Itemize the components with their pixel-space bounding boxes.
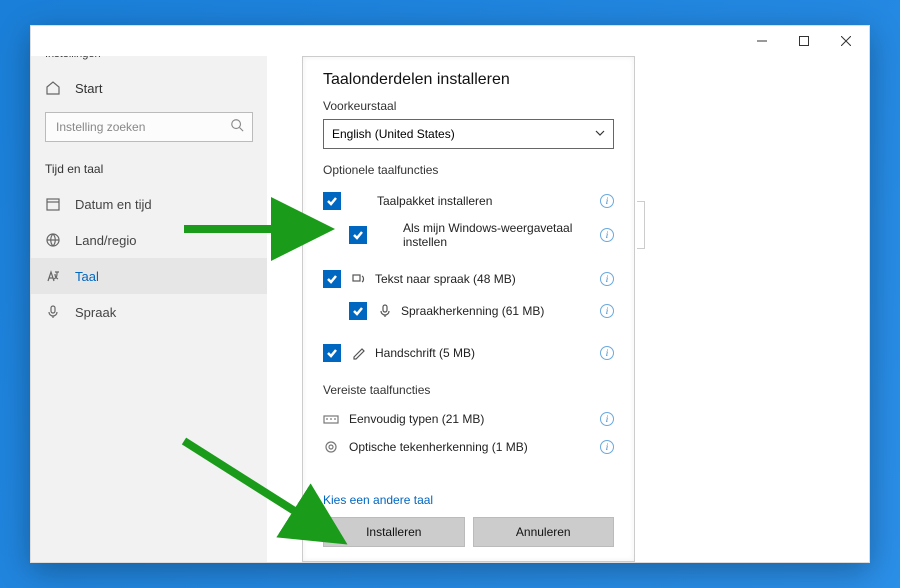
spacer-icon	[351, 193, 367, 209]
ocr-icon	[323, 439, 339, 455]
option-install-pack: Taalpakket installeren i	[323, 189, 614, 213]
nav-speech[interactable]: Spraak	[31, 294, 267, 330]
chevron-down-icon	[595, 127, 605, 141]
handwriting-icon	[351, 345, 367, 361]
info-icon[interactable]: i	[600, 228, 614, 242]
option-label: Spraakherkenning (61 MB)	[401, 304, 600, 318]
info-icon[interactable]: i	[600, 194, 614, 208]
info-icon[interactable]: i	[600, 304, 614, 318]
info-icon[interactable]: i	[600, 440, 614, 454]
nav-region[interactable]: Land/regio	[31, 222, 267, 258]
preferred-language-label: Voorkeurstaal	[323, 99, 614, 113]
checkbox-handwriting[interactable]	[323, 344, 341, 362]
search-box[interactable]	[45, 112, 253, 142]
option-label: Als mijn Windows-weergavetaal instellen	[403, 221, 600, 249]
option-handwriting: Handschrift (5 MB) i	[323, 341, 614, 365]
info-icon[interactable]: i	[600, 272, 614, 286]
nav-date-time[interactable]: Datum en tijd	[31, 186, 267, 222]
maximize-button[interactable]	[783, 26, 825, 56]
spacer-icon	[377, 227, 393, 243]
main-panel: Taalonderdelen installeren Voorkeurstaal…	[267, 56, 869, 562]
choose-other-language-link[interactable]: Kies een andere taal	[323, 493, 433, 507]
required-features-heading: Vereiste taalfuncties	[323, 383, 614, 397]
microphone-icon	[45, 304, 61, 320]
required-label: Optische tekenherkenning (1 MB)	[349, 440, 600, 454]
checkbox-install-pack[interactable]	[323, 192, 341, 210]
option-label: Taalpakket installeren	[377, 194, 600, 208]
text-to-speech-icon	[351, 271, 367, 287]
cancel-button[interactable]: Annuleren	[473, 517, 615, 547]
info-icon[interactable]: i	[600, 346, 614, 360]
app-title: Instellingen	[31, 56, 267, 70]
search-input[interactable]	[54, 119, 230, 135]
calendar-icon	[45, 196, 61, 212]
option-text-to-speech: Tekst naar spraak (48 MB) i	[323, 267, 614, 291]
info-icon[interactable]: i	[600, 412, 614, 426]
nav-label: Taal	[75, 269, 99, 284]
window-titlebar	[31, 26, 869, 56]
keyboard-icon	[323, 411, 339, 427]
close-button[interactable]	[825, 26, 867, 56]
nav-language[interactable]: Taal	[31, 258, 267, 294]
install-language-dialog: Taalonderdelen installeren Voorkeurstaal…	[302, 56, 635, 562]
background-panel-edge	[637, 201, 645, 249]
nav-label: Spraak	[75, 305, 116, 320]
search-icon	[230, 118, 244, 137]
selected-language: English (United States)	[332, 127, 455, 141]
language-icon	[45, 268, 61, 284]
option-set-display-language: Als mijn Windows-weergavetaal instellen …	[323, 221, 614, 249]
optional-features-heading: Optionele taalfuncties	[323, 163, 614, 177]
install-button[interactable]: Installeren	[323, 517, 465, 547]
home-label: Start	[75, 81, 102, 96]
language-select[interactable]: English (United States)	[323, 119, 614, 149]
checkbox-tts[interactable]	[323, 270, 341, 288]
settings-sidebar: Instellingen Start Tijd en taal Datum en…	[31, 56, 267, 562]
option-speech-recognition: Spraakherkenning (61 MB) i	[323, 299, 614, 323]
nav-label: Land/regio	[75, 233, 136, 248]
microphone-icon	[377, 303, 393, 319]
option-label: Tekst naar spraak (48 MB)	[375, 272, 600, 286]
settings-window: Instellingen Start Tijd en taal Datum en…	[30, 25, 870, 563]
minimize-button[interactable]	[741, 26, 783, 56]
home-link[interactable]: Start	[31, 70, 267, 106]
category-heading: Tijd en taal	[31, 156, 267, 186]
nav-label: Datum en tijd	[75, 197, 152, 212]
globe-icon	[45, 232, 61, 248]
required-label: Eenvoudig typen (21 MB)	[349, 412, 600, 426]
checkbox-speech-rec[interactable]	[349, 302, 367, 320]
required-basic-typing: Eenvoudig typen (21 MB) i	[323, 411, 614, 427]
home-icon	[45, 80, 61, 96]
required-ocr: Optische tekenherkenning (1 MB) i	[323, 439, 614, 455]
checkbox-set-display[interactable]	[349, 226, 367, 244]
dialog-title: Taalonderdelen installeren	[323, 71, 614, 89]
option-label: Handschrift (5 MB)	[375, 346, 600, 360]
